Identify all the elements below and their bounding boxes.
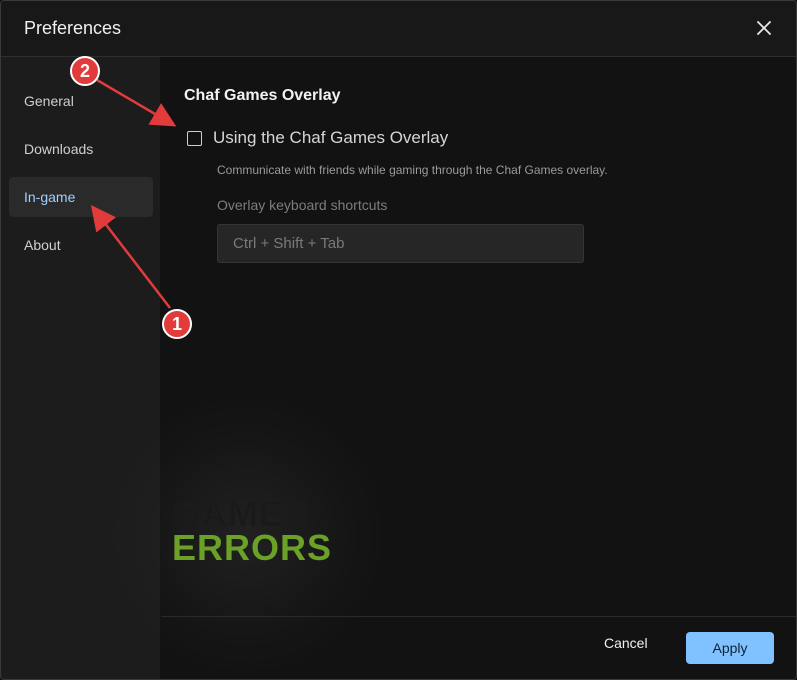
close-icon bbox=[757, 21, 771, 35]
sidebar-item-label: Downloads bbox=[24, 141, 94, 157]
sidebar-item-label: In-game bbox=[24, 189, 76, 205]
annotation-badge-1: 1 bbox=[162, 309, 192, 339]
shortcut-label: Overlay keyboard shortcuts bbox=[217, 197, 388, 213]
annotation-badge-2: 2 bbox=[70, 56, 100, 86]
overlay-checkbox-label: Using the Chaf Games Overlay bbox=[213, 128, 449, 147]
sidebar-item-about[interactable]: About bbox=[9, 225, 153, 265]
shortcut-input[interactable] bbox=[217, 224, 584, 263]
sidebar-item-label: General bbox=[24, 93, 74, 109]
sidebar-item-general[interactable]: General bbox=[9, 81, 153, 121]
sidebar-item-label: About bbox=[24, 237, 61, 253]
overlay-checkbox-row[interactable]: Using the Chaf Games Overlay bbox=[187, 128, 448, 148]
overlay-description: Communicate with friends while gaming th… bbox=[217, 163, 608, 177]
watermark-logo: GAMES ERRORS bbox=[172, 496, 332, 566]
title-bar: Preferences bbox=[1, 1, 796, 57]
apply-button[interactable]: Apply bbox=[686, 632, 774, 664]
watermark-line2: ERRORS bbox=[172, 527, 333, 568]
sidebar-item-in-game[interactable]: In-game bbox=[9, 177, 153, 217]
close-button[interactable] bbox=[752, 16, 776, 40]
sidebar-item-downloads[interactable]: Downloads bbox=[9, 129, 153, 169]
cancel-button[interactable]: Cancel bbox=[604, 635, 648, 651]
section-title: Chaf Games Overlay bbox=[184, 87, 341, 104]
overlay-checkbox[interactable] bbox=[187, 130, 202, 146]
dialog-title: Preferences bbox=[24, 18, 122, 38]
